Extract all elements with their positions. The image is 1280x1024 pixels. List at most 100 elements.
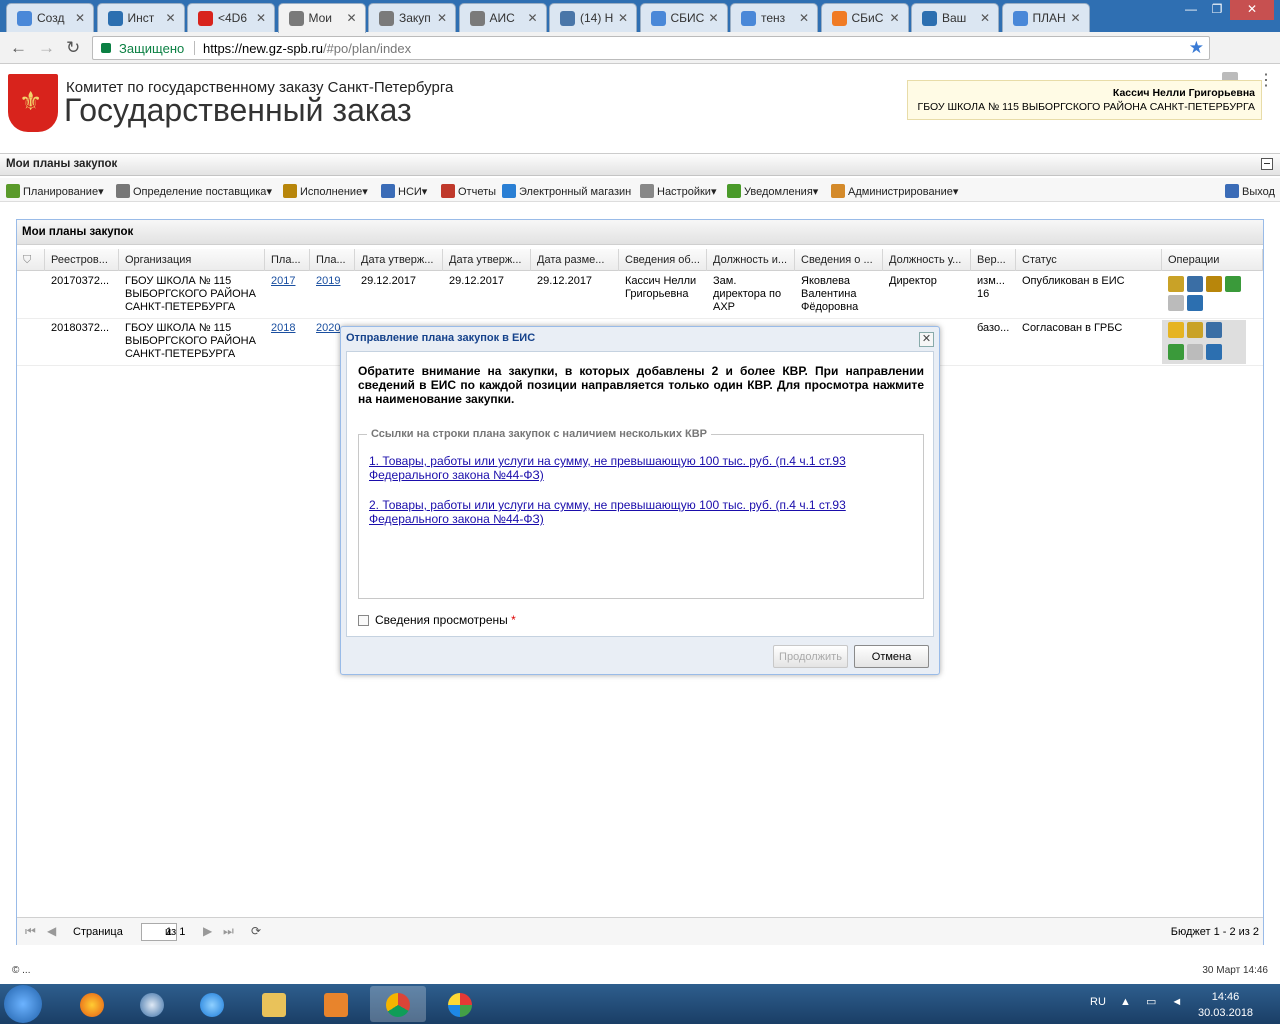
menu-item[interactable]: Администрирование▾: [831, 184, 958, 198]
refresh-icon[interactable]: ⟳: [251, 924, 261, 938]
collapse-icon[interactable]: [1261, 158, 1273, 170]
taskbar-thunderbird[interactable]: [124, 986, 180, 1022]
plan-year-link[interactable]: 2018: [271, 322, 295, 334]
cancel-button[interactable]: Отмена: [854, 645, 929, 668]
browser-tab[interactable]: Мои ✕: [277, 3, 366, 33]
system-clock[interactable]: 14:46 30.03.2018: [1198, 989, 1253, 1021]
browser-tab[interactable]: СБИС ✕: [639, 3, 728, 32]
column-header[interactable]: Сведения об...: [619, 249, 707, 271]
add-icon[interactable]: [1168, 343, 1184, 360]
first-page-icon[interactable]: ⏮: [25, 924, 36, 939]
tab-close-icon[interactable]: ✕: [256, 11, 266, 25]
browser-tab[interactable]: Инст ✕: [96, 3, 185, 32]
next-page-icon[interactable]: ▶: [203, 924, 212, 938]
browser-tab[interactable]: СБиС ✕: [820, 3, 909, 32]
tab-label: тенз: [761, 11, 786, 25]
column-header[interactable]: Пла...: [265, 249, 310, 271]
column-header[interactable]: Должность и...: [707, 249, 795, 271]
prev-page-icon[interactable]: ◀: [47, 924, 56, 938]
language-indicator[interactable]: RU: [1090, 996, 1106, 1008]
start-button[interactable]: [4, 985, 42, 1023]
viewed-checkbox[interactable]: [358, 615, 369, 626]
tab-close-icon[interactable]: ✕: [708, 11, 718, 25]
plan-year-link[interactable]: 2020: [316, 322, 340, 334]
tab-close-icon[interactable]: ✕: [527, 11, 537, 25]
browser-tab[interactable]: Созд ✕: [6, 3, 94, 32]
edit-icon[interactable]: [1187, 276, 1203, 292]
filter-column-header[interactable]: ⛉: [17, 249, 45, 271]
kvr-link-2[interactable]: 2. Товары, работы или услуги на сумму, н…: [369, 498, 889, 526]
taskbar-chrome[interactable]: [370, 986, 426, 1022]
menu-item[interactable]: Настройки▾: [640, 184, 716, 198]
taskbar-explorer[interactable]: [246, 986, 302, 1022]
reload-icon[interactable]: ↻: [66, 38, 80, 58]
menu-item[interactable]: Электронный магазин: [502, 184, 631, 198]
tab-close-icon[interactable]: ✕: [1070, 11, 1080, 25]
column-header[interactable]: Дата утверж...: [355, 249, 443, 271]
column-header[interactable]: Статус: [1016, 249, 1162, 271]
taskbar-ie[interactable]: [184, 986, 240, 1022]
menu-item[interactable]: НСИ▾: [381, 184, 427, 198]
continue-button[interactable]: Продолжить: [773, 645, 848, 668]
edit-icon[interactable]: [1206, 322, 1222, 338]
tab-close-icon[interactable]: ✕: [75, 11, 85, 25]
column-header[interactable]: Пла...: [310, 249, 355, 271]
taskbar-app[interactable]: [432, 986, 488, 1022]
browser-tab[interactable]: Закуп ✕: [368, 3, 456, 32]
back-icon[interactable]: ←: [10, 38, 27, 58]
forward-icon[interactable]: →: [38, 38, 55, 58]
send-icon[interactable]: [1168, 322, 1184, 338]
emblem-icon[interactable]: [1187, 322, 1203, 338]
tab-close-icon[interactable]: ✕: [889, 11, 899, 25]
tab-close-icon[interactable]: ✕: [346, 11, 356, 25]
column-header[interactable]: Вер...: [971, 249, 1016, 271]
menu-item[interactable]: Исполнение▾: [283, 184, 368, 198]
column-header[interactable]: Сведения о ...: [795, 249, 883, 271]
window-close-button[interactable]: ✕: [1230, 0, 1274, 20]
menu-item[interactable]: Уведомления▾: [727, 184, 818, 198]
browser-tab[interactable]: тенз ✕: [730, 3, 818, 32]
info-icon[interactable]: [1206, 343, 1222, 360]
last-page-icon[interactable]: ⏭: [223, 924, 234, 939]
plan-year-link[interactable]: 2017: [271, 275, 295, 287]
tab-close-icon[interactable]: ✕: [980, 11, 990, 25]
column-header[interactable]: Операции: [1162, 249, 1263, 271]
column-header[interactable]: Организация: [119, 249, 265, 271]
taskbar-firefox[interactable]: [64, 986, 120, 1022]
column-header[interactable]: Дата утверж...: [443, 249, 531, 271]
browser-tab[interactable]: (14) Н ✕: [549, 3, 637, 32]
tab-close-icon[interactable]: ✕: [437, 11, 447, 25]
document-icon[interactable]: [1168, 295, 1184, 311]
browser-tab[interactable]: Ваш ✕: [911, 3, 999, 32]
menu-item[interactable]: Отчеты: [441, 184, 496, 198]
emblem-icon[interactable]: [1168, 276, 1184, 292]
column-header[interactable]: Реестров...: [45, 249, 119, 271]
document-icon[interactable]: [1187, 343, 1203, 360]
browser-tab[interactable]: <4D6 ✕: [187, 3, 275, 32]
column-header[interactable]: Дата разме...: [531, 249, 619, 271]
taskbar-media[interactable]: [308, 986, 364, 1022]
close-icon[interactable]: ✕: [919, 332, 934, 347]
panel-title: Мои планы закупок: [17, 220, 1263, 245]
browser-tab[interactable]: АИС ✕: [458, 3, 547, 32]
menu-item[interactable]: Определение поставщика▾: [116, 184, 272, 198]
tab-close-icon[interactable]: ✕: [165, 11, 175, 25]
bookmark-star-icon[interactable]: ★: [1189, 38, 1204, 58]
add-icon[interactable]: [1225, 276, 1241, 292]
browser-tab[interactable]: ПЛАН ✕: [1001, 3, 1090, 32]
maximize-button[interactable]: ❐: [1204, 0, 1230, 20]
menu-item[interactable]: Планирование▾: [6, 184, 104, 198]
menu-item-label: Определение поставщика: [133, 186, 267, 198]
minimize-button[interactable]: —: [1178, 0, 1204, 20]
info-icon[interactable]: [1187, 295, 1203, 311]
tab-close-icon[interactable]: ✕: [799, 11, 809, 25]
kvr-link-1[interactable]: 1. Товары, работы или услуги на сумму, н…: [369, 454, 889, 482]
plan-year-link[interactable]: 2019: [316, 275, 340, 287]
column-header[interactable]: Должность у...: [883, 249, 971, 271]
tab-close-icon[interactable]: ✕: [618, 11, 628, 25]
table-row[interactable]: 20170372... ГБОУ ШКОЛА № 115 ВЫБОРГСКОГО …: [17, 272, 1263, 319]
tray-icons[interactable]: ▲ ▭ ◄: [1120, 995, 1188, 1008]
address-bar[interactable]: Защищено https://new.gz-spb.ru/#po/plan/…: [92, 36, 1210, 60]
scroll-icon[interactable]: [1206, 276, 1222, 292]
logout-button[interactable]: Выход: [1225, 184, 1275, 198]
